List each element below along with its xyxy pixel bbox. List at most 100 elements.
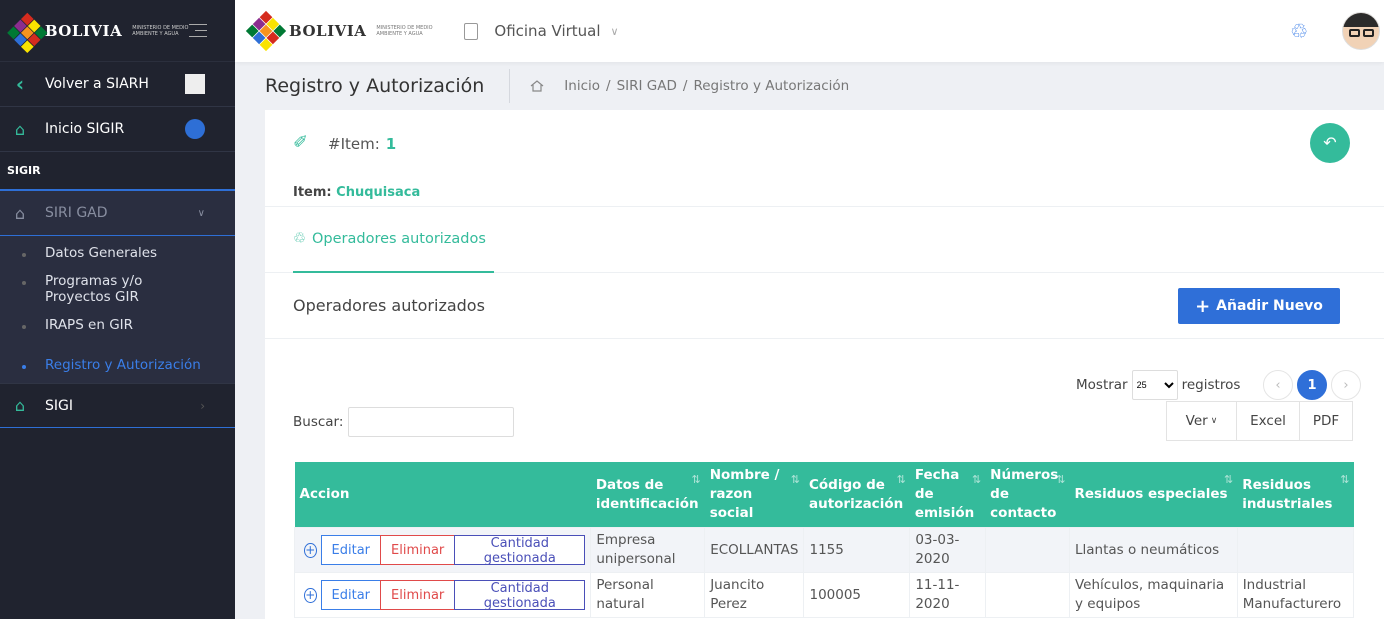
square-icon (185, 74, 205, 94)
sidebar-item-label: Datos Generales (45, 245, 158, 261)
search-box: Buscar: (293, 407, 515, 437)
office-label: Oficina Virtual (494, 22, 601, 40)
building-icon: ⌂ (14, 396, 26, 415)
sidebar-item-registro[interactable]: Registro y Autorización (0, 351, 235, 379)
section-title: Operadores autorizados (293, 296, 485, 315)
quantity-button[interactable]: Cantidad gestionada (454, 580, 586, 611)
tab-label: Operadores autorizados (312, 231, 486, 247)
column-header[interactable]: Residuos industriales ⇅ (1237, 462, 1354, 528)
sidebar-item-programas[interactable]: Programas y/o Proyectos GIR (0, 267, 235, 311)
quantity-button[interactable]: Cantidad gestionada (454, 535, 586, 566)
edit-button[interactable]: Editar (320, 535, 382, 565)
table-cell: 100005 (803, 572, 911, 618)
table-controls: Mostrar 25 registros ‹ 1 › Buscar: Ver ∨ … (265, 339, 1384, 463)
avatar[interactable] (1342, 12, 1380, 50)
undo-icon: ↶ (1323, 135, 1337, 152)
item-header: ✐ #Item: 1 Item: Chuquisaca ↶ (265, 110, 1384, 207)
sidebar-item-siri-gad[interactable]: ⌂ SIRI GAD ∨ (0, 191, 235, 236)
prev-page-button[interactable]: ‹ (1263, 370, 1293, 400)
top-bar: BOLIVIA MINISTERIO DE MEDIO AMBIENTE Y A… (235, 0, 1384, 62)
table-cell (984, 572, 1071, 618)
sidebar-section-title: SIGIR (0, 152, 235, 191)
column-header[interactable]: Datos de identificación ⇅ (590, 462, 705, 528)
chevron-left-icon: ‹ (15, 72, 25, 96)
action-cell: + Editar Eliminar Cantidad gestionada (293, 572, 592, 618)
sidebar-item-label: Programas y/o Proyectos GIR (45, 273, 143, 305)
sidebar-item-datos-generales[interactable]: Datos Generales (0, 239, 235, 267)
table-cell: 1155 (803, 527, 911, 573)
sidebar-item-sigi[interactable]: ⌂ SIGI › (0, 383, 235, 428)
next-page-button[interactable]: › (1331, 370, 1361, 400)
sidebar-submenu: Datos Generales Programas y/o Proyectos … (0, 236, 235, 383)
table-cell: Juancito Perez (704, 572, 805, 618)
delete-button[interactable]: Eliminar (380, 535, 456, 565)
page-title: Registro y Autorización (265, 69, 511, 103)
edit-button[interactable]: Editar (320, 580, 382, 610)
sidebar-logo: BOLIVIA MINISTERIO DE MEDIO AMBIENTE Y A… (0, 0, 235, 62)
sidebar-item-label: Registro y Autorización (45, 357, 201, 373)
chevron-right-icon: › (200, 398, 205, 413)
table-cell: Llantas o neumáticos (1069, 527, 1238, 573)
expand-row-icon[interactable]: + (304, 587, 317, 603)
breadcrumb-item[interactable]: SIRI GAD (617, 78, 677, 94)
sidebar-item-label: Inicio SIGIR (45, 121, 125, 137)
plus-icon: + (1195, 295, 1211, 317)
view-button[interactable]: Ver ∨ (1166, 401, 1237, 441)
brand-subtitle: MINISTERIO DE MEDIO AMBIENTE Y AGUA (376, 25, 433, 37)
breadcrumb-item: Registro y Autorización (693, 78, 850, 94)
sidebar-item-back[interactable]: ‹ Volver a SIARH (0, 62, 235, 107)
page-button[interactable]: 1 (1297, 370, 1327, 400)
sidebar-item-label: IRAPS en GIR (45, 317, 134, 333)
section-header: Operadores autorizados + Añadir Nuevo (265, 273, 1384, 339)
page-length-select[interactable]: 25 (1131, 370, 1178, 400)
pdf-button[interactable]: PDF (1299, 401, 1353, 441)
column-header[interactable]: Residuos especiales ⇅ (1069, 462, 1238, 528)
search-input[interactable] (348, 407, 515, 437)
sidebar: BOLIVIA MINISTERIO DE MEDIO AMBIENTE Y A… (0, 0, 235, 619)
sidebar-item-label: Volver a SIARH (45, 76, 149, 92)
brand-subtitle: MINISTERIO DE MEDIO AMBIENTE Y AGUA (132, 24, 189, 37)
table-row: + Editar Eliminar Cantidad gestionada Pe… (293, 572, 1355, 618)
breadcrumb-item[interactable]: Inicio (564, 78, 600, 94)
delete-button[interactable]: Eliminar (380, 580, 456, 610)
building-icon: ⌂ (14, 203, 26, 223)
office-menu[interactable]: Oficina Virtual ∨ (464, 22, 619, 40)
status-dot-icon (185, 119, 205, 139)
sidebar-item-iraps[interactable]: IRAPS en GIR (0, 311, 235, 339)
column-header[interactable]: Nombre / razon social ⇅ (704, 462, 804, 528)
brand-name: BOLIVIA (44, 21, 123, 40)
breadcrumb: Inicio / SIRI GAD / Registro y Autorizac… (530, 78, 849, 94)
back-button[interactable]: ↶ (1310, 123, 1350, 163)
table-cell: Personal natural (590, 572, 706, 618)
column-header[interactable]: Accion (294, 462, 591, 528)
item-name: Item: Chuquisaca (293, 185, 421, 200)
column-header[interactable]: Números de contacto ⇅ (985, 462, 1070, 528)
export-buttons: Ver ∨ Excel PDF (1166, 401, 1353, 441)
table-row: + Editar Eliminar Cantidad gestionada Em… (293, 527, 1355, 573)
table-header-row: Accion Datos de identificación ⇅ Nombre /… (294, 462, 1354, 528)
pagination: ‹ 1 › (1259, 370, 1361, 400)
table-cell: 11-11-2020 (909, 572, 986, 618)
tab-operadores[interactable]: ♲ Operadores autorizados (293, 207, 494, 273)
pin-icon: ✐ (293, 132, 309, 153)
home-icon[interactable] (530, 80, 544, 92)
recycle-icon[interactable]: ♲ (1290, 19, 1308, 43)
table-cell: Vehículos, maquinaria y equipos (1069, 572, 1238, 618)
column-header[interactable]: Fecha de emisión ⇅ (909, 462, 986, 528)
title-bar: Registro y Autorización Inicio / SIRI GA… (235, 62, 1384, 110)
home-icon: ⌂ (14, 119, 26, 139)
sidebar-item-home[interactable]: ⌂ Inicio SIGIR (0, 107, 235, 152)
bolivia-logo-icon (7, 12, 48, 53)
document-icon (464, 22, 479, 40)
table-cell: ECOLLANTAS (704, 527, 805, 573)
column-header[interactable]: Código de autorización ⇅ (803, 462, 910, 528)
expand-row-icon[interactable]: + (304, 542, 317, 558)
operators-table: Accion Datos de identificación ⇅ Nombre /… (293, 462, 1355, 618)
excel-button[interactable]: Excel (1236, 401, 1300, 441)
page-length: Mostrar 25 registros (1076, 370, 1240, 400)
add-new-button[interactable]: + Añadir Nuevo (1178, 288, 1340, 324)
sidebar-item-label: SIRI GAD (45, 205, 108, 221)
table-cell (984, 527, 1071, 573)
sidebar-item-label: SIGI (45, 397, 73, 414)
menu-toggle-icon[interactable] (189, 19, 207, 42)
